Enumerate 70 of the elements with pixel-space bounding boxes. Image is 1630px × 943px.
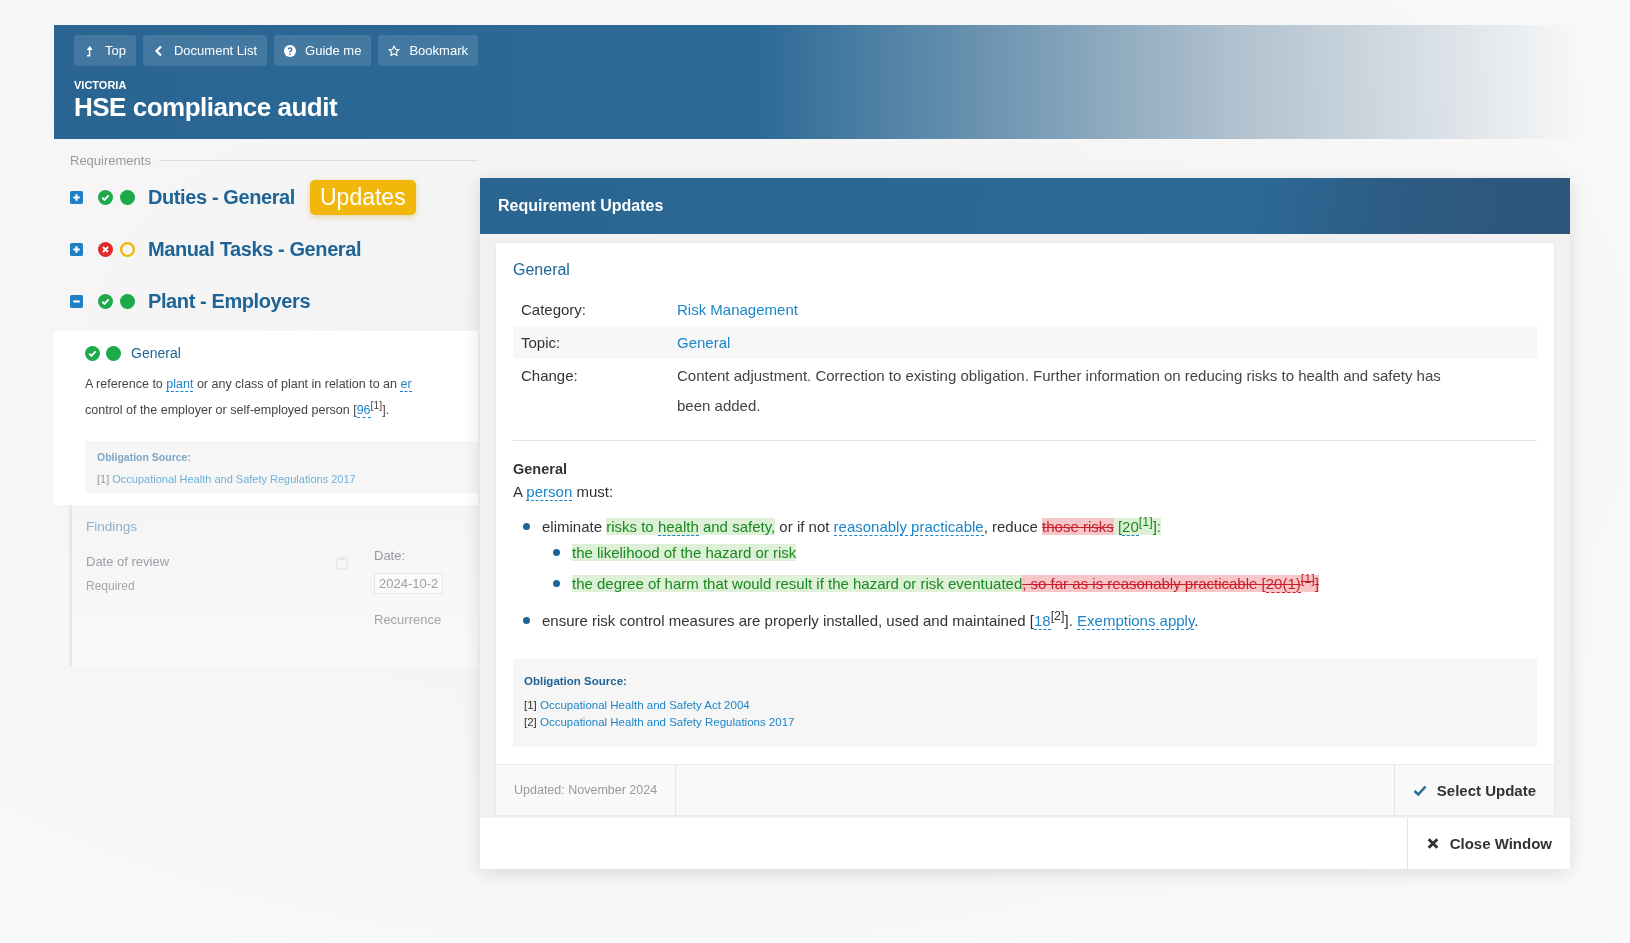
bullet-icon [523,523,530,530]
source-ref: [1] [524,699,537,711]
detail-label: Topic: [521,333,562,352]
term-link[interactable]: reasonably practicable [833,518,984,536]
source-link[interactable]: Occupational Health and Safety Act 2004 [540,699,750,711]
section-title: General [513,461,568,477]
bullet-icon [553,580,560,587]
findings-title: Findings [86,519,139,535]
help-icon [284,44,297,57]
bullet-icon [523,617,530,624]
source-label: Obligation Source: [524,675,628,687]
requirement-title[interactable]: Duties - General [148,185,295,209]
requirement-title[interactable]: Manual Tasks - General [148,237,362,261]
obligation-text: A reference to plant or any class of plant in relation to an er control of the employer or self-employed person [96$^{[1]}$]. [85,376,413,421]
toolbar-button[interactable]: Top [74,35,136,66]
term-link[interactable]: 18 [1033,612,1051,630]
source-link[interactable]: Occupational Health and Safety Regulations 2017 [540,716,795,728]
close-icon [1425,837,1440,850]
close-button[interactable]: Close Window [1406,818,1570,869]
obligation-title[interactable]: General [131,345,181,361]
term-link[interactable]: er [400,377,412,392]
source-label: Obligation Source: [97,451,192,464]
toolbar-button[interactable]: Guide me [274,35,372,66]
list-text: ensure risk control measures are properly installed, used and maintained [18$^{[2]}$]. Exemptions apply. [542,608,1199,631]
chevron-left-icon [152,44,165,57]
deleted-text: those risks [1042,518,1114,535]
field-hint: Required [86,579,136,594]
detail-label: Category: [521,300,588,319]
requirement-title[interactable]: Plant - Employers [148,289,311,313]
list-text: eliminate risks to health and safety, or if not reasonably practicable, reduce those risks [20$^{[1]}$]: [542,514,1161,537]
updated-date: Updated: November 2024 [496,765,677,815]
update-heading: General [513,261,571,279]
deleted-text: , so far as is reasonably practicable [ [1022,575,1266,592]
inserted-text: $^{[1]}$]: [1138,518,1161,535]
source-ref: [2] [524,716,537,728]
page-title: HSE compliance audit [74,92,339,123]
detail-link[interactable]: General [677,333,731,352]
clipboard-icon[interactable] [336,556,348,571]
bullet-icon [553,549,560,556]
inserted-text: risks to [606,518,658,535]
recurrence-label: Recurrence [374,612,443,628]
inserted-text: [ [1113,518,1123,535]
term-link[interactable]: health [657,518,699,536]
term-link[interactable]: 20 [1122,518,1139,536]
checkmark-icon [1412,783,1427,797]
intro-text: A person must: [513,483,615,500]
term-link[interactable]: plant [166,377,194,392]
source-ref: [1] [97,473,110,486]
date-label: Date: [374,548,407,564]
field-label: Date of review [86,554,171,570]
expand-icon[interactable] [70,190,83,204]
region-label: VICTORIA [74,79,128,91]
select-update-button[interactable]: Select Update [1393,765,1554,815]
term-link[interactable]: person [526,483,573,501]
toolbar-button[interactable]: Bookmark [378,35,478,66]
detail-label: Change: [521,366,579,386]
date-field[interactable]: 2024-10-2 [374,573,444,595]
collapse-icon[interactable] [70,294,83,308]
star-icon [388,44,401,57]
section-label: Requirements [70,153,151,168]
expand-icon[interactable] [70,242,83,256]
inserted-text: the likelihood of the hazard or risk [572,544,797,561]
source-link[interactable]: Occupational Health and Safety Regulations 2017 [112,473,356,486]
inserted-text: and safety, [698,518,776,535]
deleted-text: $^{[1]}$] [1300,575,1319,592]
detail-link[interactable]: Risk Management [677,300,798,319]
toolbar-button[interactable]: Document List [142,35,268,66]
dialog-title: Requirement Updates [498,197,664,215]
term-link[interactable]: 20(1) [1265,575,1301,593]
detail-value: Content adjustment. Correction to existing obligation. Further information on reducing risks to health and safety has been added. [677,366,1442,416]
